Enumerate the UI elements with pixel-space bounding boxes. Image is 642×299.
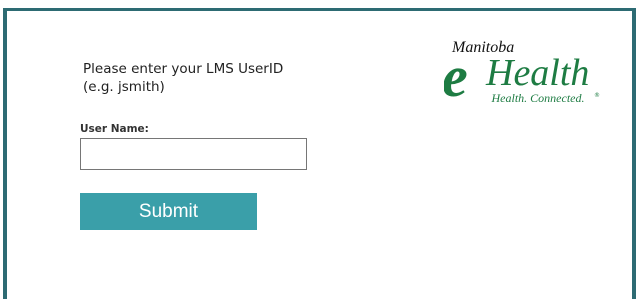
logo-tagline: Health. Connected. — [491, 91, 585, 105]
prompt-line-2: (e.g. jsmith) — [83, 79, 165, 95]
submit-button[interactable]: Submit — [80, 193, 257, 230]
login-prompt: Please enter your LMS UserID (e.g. jsmit… — [83, 60, 283, 96]
manitoba-ehealth-logo: Manitoba e Health Health. Connected. ® — [444, 39, 600, 109]
username-label: User Name: — [80, 123, 149, 135]
prompt-line-1: Please enter your LMS UserID — [83, 61, 284, 77]
logo-e-letter: e — [444, 44, 468, 109]
logo-registered-mark: ® — [594, 92, 600, 99]
username-input[interactable] — [80, 138, 307, 170]
logo-health-text: Health — [485, 52, 589, 94]
